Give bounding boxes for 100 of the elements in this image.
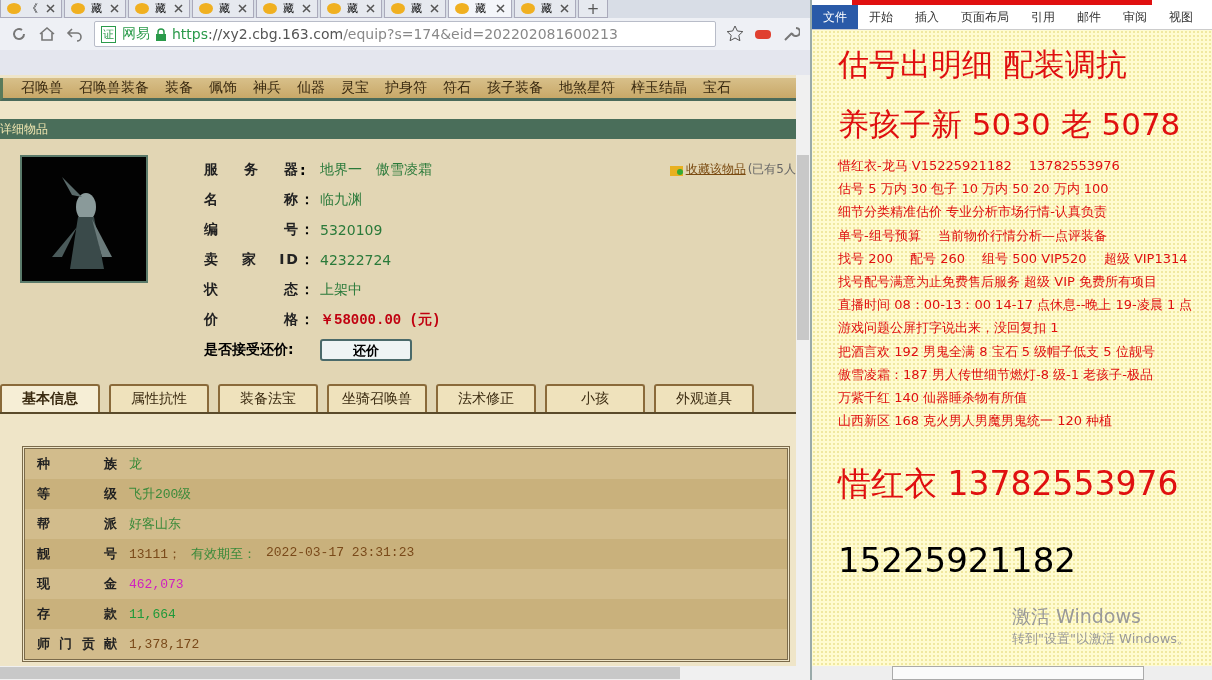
category-link[interactable]: 符石 bbox=[435, 78, 479, 98]
document-line: 找号配号满意为止免费售后服务 超级 VIP 免费所有项目 bbox=[838, 273, 1158, 291]
browser-tab[interactable]: 《 bbox=[0, 0, 62, 18]
category-link[interactable]: 梓玉结晶 bbox=[623, 78, 695, 98]
field-label: 状态 bbox=[204, 281, 300, 299]
browser-tab[interactable]: 藏 bbox=[192, 0, 254, 18]
document-line: 估号 5 万内 30 包子 10 万内 50 20 万内 100 bbox=[838, 180, 1110, 199]
colon: ： bbox=[300, 191, 315, 209]
field-value: 临九渊 bbox=[320, 191, 362, 209]
document-line: 单号-组号预算 当前物价行情分析—点评装备 bbox=[838, 226, 1108, 245]
browser-tab[interactable]: 藏 bbox=[320, 0, 382, 18]
close-icon[interactable] bbox=[302, 4, 311, 13]
browser-tab[interactable]: 藏 bbox=[384, 0, 446, 18]
info-tab[interactable]: 装备法宝 bbox=[218, 384, 318, 412]
close-icon[interactable] bbox=[46, 4, 55, 13]
category-link[interactable]: 地煞星符 bbox=[551, 78, 623, 98]
row-label: 种族 bbox=[37, 455, 117, 473]
ribbon-tab[interactable]: 文件 bbox=[812, 5, 858, 29]
document-line: 细节分类精准估价 专业分析市场行情-认真负责 bbox=[838, 203, 1108, 222]
document-line: 游戏问题公屏打字说出来，没回复扣 1 bbox=[838, 319, 1060, 338]
ribbon-tab[interactable]: 邮件 bbox=[1066, 5, 1112, 29]
info-tab[interactable]: 基本信息 bbox=[0, 384, 100, 412]
browser-tab[interactable]: 藏 bbox=[448, 0, 512, 18]
favorite-link[interactable]: 收藏该物品 bbox=[685, 161, 746, 178]
chick-icon bbox=[199, 3, 213, 14]
category-link[interactable]: 神兵 bbox=[245, 78, 289, 98]
category-link[interactable]: 仙器 bbox=[289, 78, 333, 98]
horizontal-scrollbar[interactable] bbox=[0, 666, 810, 680]
chick-icon bbox=[135, 3, 149, 14]
browser-tab[interactable]: 藏 bbox=[514, 0, 576, 18]
lock-icon bbox=[156, 27, 166, 41]
document-line: 找号 200 配号 260 组号 500 VIP520 超级 VIP1314 bbox=[838, 249, 1189, 268]
close-icon[interactable] bbox=[496, 4, 505, 13]
field-value: ￥58000.00 (元) bbox=[320, 311, 441, 329]
back-icon[interactable] bbox=[66, 25, 84, 43]
document-line: 估号出明细 配装调抗 bbox=[838, 45, 1128, 84]
category-link[interactable]: 护身符 bbox=[377, 78, 435, 98]
chick-icon bbox=[455, 3, 469, 14]
document-line: 惜红衣-龙马 V15225921182 13782553976 bbox=[838, 157, 1121, 175]
field-value: 上架中 bbox=[320, 281, 362, 299]
favorite-count: (已有5人 bbox=[747, 161, 796, 178]
document-line: 把酒言欢 192 男鬼全满 8 宝石 5 级帽子低支 5 位靓号 bbox=[838, 342, 1156, 361]
chick-icon bbox=[327, 3, 341, 14]
info-tab[interactable]: 坐骑召唤兽 bbox=[327, 384, 427, 412]
address-field[interactable]: 证 网易 https://xy2.cbg.163.com/equip?s=174&eid=202202081600213 bbox=[94, 21, 716, 47]
close-icon[interactable] bbox=[560, 4, 569, 13]
colon: ： bbox=[300, 221, 315, 239]
row-value: 好客山东 bbox=[129, 516, 181, 533]
row-label: 师门贡献 bbox=[37, 635, 117, 653]
row-label: 存款 bbox=[37, 605, 117, 623]
info-tab[interactable]: 属性抗性 bbox=[109, 384, 209, 412]
field-value: 5320109 bbox=[320, 222, 383, 238]
ribbon-tab[interactable]: 开始 bbox=[858, 5, 904, 29]
bargain-button[interactable]: 还价 bbox=[320, 339, 412, 361]
info-tab[interactable]: 外观道具 bbox=[654, 384, 754, 412]
category-link[interactable]: 宝石 bbox=[695, 78, 739, 98]
field-value: 地界一 傲雪凌霜 bbox=[320, 161, 432, 179]
browser-tab[interactable]: 藏 bbox=[256, 0, 318, 18]
row-label: 等级 bbox=[37, 485, 117, 503]
ribbon-tab[interactable]: 页面布局 bbox=[950, 5, 1020, 29]
category-link[interactable]: 佩饰 bbox=[201, 78, 245, 98]
colon: ： bbox=[300, 281, 315, 299]
browser-tab[interactable]: 藏 bbox=[128, 0, 190, 18]
close-icon[interactable] bbox=[110, 4, 119, 13]
row-value: 462,073 bbox=[129, 576, 184, 592]
category-link[interactable]: 灵宝 bbox=[333, 78, 377, 98]
browser-tab[interactable]: 藏 bbox=[64, 0, 126, 18]
row-value: 有效期至： bbox=[191, 546, 256, 563]
field-label: 服务器 bbox=[204, 161, 300, 179]
category-link[interactable]: 装备 bbox=[157, 78, 201, 98]
document-line: 15225921182 bbox=[838, 539, 1077, 583]
field-label: 名称 bbox=[204, 191, 300, 209]
document-line: 万紫千红 140 仙器睡杀物有所值 bbox=[838, 389, 1029, 408]
refresh-icon[interactable] bbox=[10, 25, 28, 43]
close-icon[interactable] bbox=[366, 4, 375, 13]
close-icon[interactable] bbox=[238, 4, 247, 13]
star-icon[interactable] bbox=[726, 25, 744, 43]
field-value: 42322724 bbox=[320, 252, 392, 268]
row-value: 1,378,172 bbox=[129, 636, 200, 652]
info-tab[interactable]: 小孩 bbox=[545, 384, 645, 412]
home-icon[interactable] bbox=[38, 25, 56, 43]
horizontal-scrollbar[interactable] bbox=[812, 666, 1212, 680]
document-line: 养孩子新 5030 老 5078 bbox=[838, 105, 1182, 144]
info-tab[interactable]: 法术修正 bbox=[436, 384, 536, 412]
ribbon-tab[interactable]: 审阅 bbox=[1112, 5, 1158, 29]
chick-icon bbox=[391, 3, 405, 14]
category-link[interactable]: 孩子装备 bbox=[479, 78, 551, 98]
ribbon-tab[interactable]: 视图 bbox=[1158, 5, 1204, 29]
chick-icon bbox=[7, 3, 21, 14]
category-link[interactable]: 召唤兽 bbox=[13, 78, 71, 98]
section-title: 详细物品 bbox=[0, 119, 796, 139]
category-link[interactable]: 召唤兽装备 bbox=[71, 78, 157, 98]
chick-icon bbox=[263, 3, 277, 14]
ribbon-tab[interactable]: 插入 bbox=[904, 5, 950, 29]
folder-icon bbox=[669, 163, 684, 176]
close-icon[interactable] bbox=[430, 4, 439, 13]
new-tab-button[interactable]: + bbox=[578, 0, 608, 18]
vertical-scrollbar[interactable] bbox=[796, 75, 810, 666]
ribbon-tab[interactable]: 引用 bbox=[1020, 5, 1066, 29]
close-icon[interactable] bbox=[174, 4, 183, 13]
